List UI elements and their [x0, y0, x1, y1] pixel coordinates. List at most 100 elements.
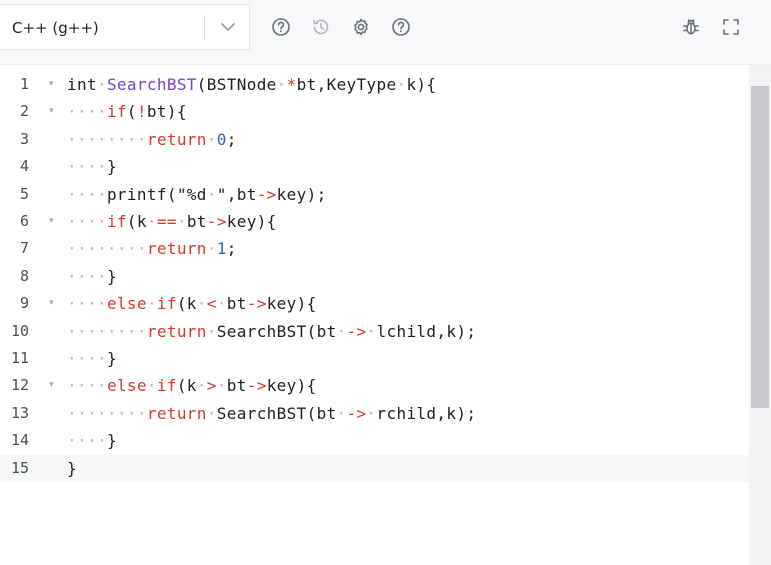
line-number: 1 — [19, 75, 29, 93]
code-token: if — [156, 376, 177, 396]
language-label: C++ (g++) — [12, 19, 99, 37]
code-text: ········return·0; — [67, 126, 237, 153]
code-token: rchild,k); — [376, 403, 477, 423]
code-token: · — [96, 75, 107, 94]
code-token: else — [106, 376, 147, 396]
fold-toggle-icon[interactable]: ▾ — [49, 290, 54, 317]
code-token: } — [67, 458, 77, 478]
chevron-down-icon[interactable] — [218, 17, 238, 37]
code-token: lchild,k); — [376, 321, 477, 341]
code-line[interactable]: 10 ········return·SearchBST(bt·->·lchild,… — [0, 318, 749, 345]
code-token: bt — [186, 212, 207, 231]
code-text: int·SearchBST(BSTNode·*bt,KeyType·k){ — [67, 71, 436, 98]
code-token: · — [146, 376, 157, 396]
fullscreen-icon[interactable] — [720, 16, 742, 38]
code-token: key); — [276, 184, 327, 204]
code-token: } — [106, 431, 117, 451]
code-token: bt){ — [146, 102, 187, 122]
code-text: ····} — [67, 345, 117, 372]
code-line[interactable]: 8 ····} — [0, 263, 749, 290]
code-token: · — [396, 75, 407, 94]
code-text: ····else·if(k·<·bt->key){ — [67, 290, 317, 317]
code-token: · — [146, 212, 157, 231]
code-token: · — [206, 321, 217, 341]
code-line[interactable]: 14 ····} — [0, 427, 749, 454]
code-line[interactable]: 2 ▾ ····if(!bt){ — [0, 98, 749, 125]
code-token: · — [206, 184, 217, 204]
help-icon[interactable] — [390, 16, 412, 38]
code-token: ········ — [67, 321, 147, 341]
code-text: ····printf("%d·",bt->key); — [67, 181, 327, 208]
code-token: ···· — [67, 184, 107, 204]
code-token: ········ — [67, 403, 147, 423]
code-text: ········return·SearchBST(bt·->·lchild,k)… — [67, 318, 476, 345]
code-token: ···· — [67, 376, 107, 396]
code-token: return — [146, 321, 207, 341]
code-token: ········ — [67, 129, 147, 149]
language-select[interactable]: C++ (g++) — [0, 4, 250, 50]
code-token: ; — [226, 239, 237, 259]
code-token: ! — [136, 102, 147, 122]
code-line[interactable]: 11 ····} — [0, 345, 749, 372]
code-line[interactable]: 9 ▾ ····else·if(k·<·bt->key){ — [0, 290, 749, 317]
fold-toggle-icon[interactable]: ▾ — [49, 208, 54, 235]
code-token: ···· — [67, 431, 107, 451]
code-line[interactable]: 6 ▾ ····if(k·==·bt->key){ — [0, 208, 749, 235]
code-editor[interactable]: 1 ▾ int·SearchBST(BSTNode·*bt,KeyType·k){ 2… — [0, 65, 771, 565]
code-token: (BSTNode — [196, 75, 277, 94]
code-token: 0 — [216, 129, 227, 149]
code-token: · — [176, 212, 187, 231]
editor-toolbar: C++ (g++) — [0, 0, 771, 65]
code-text: ····} — [67, 427, 117, 454]
line-number: 6 — [19, 212, 29, 230]
code-token: · — [366, 403, 377, 423]
help-icon[interactable] — [270, 16, 292, 38]
code-token: return — [146, 239, 207, 259]
code-token: · — [216, 376, 227, 396]
code-token: SearchBST — [106, 75, 197, 94]
code-line[interactable]: 4 ····} — [0, 153, 749, 180]
code-line[interactable]: 5 ····printf("%d·",bt->key); — [0, 181, 749, 208]
fold-toggle-icon[interactable]: ▾ — [49, 71, 54, 98]
debug-icon[interactable] — [680, 16, 702, 38]
code-line[interactable]: 1 ▾ int·SearchBST(BSTNode·*bt,KeyType·k){ — [0, 71, 749, 98]
fold-toggle-icon[interactable]: ▾ — [49, 372, 54, 399]
line-number: 13 — [10, 403, 29, 422]
code-token: if — [106, 102, 127, 122]
code-line[interactable]: 12 ▾ ····else·if(k·>·bt->key){ — [0, 372, 749, 399]
code-line[interactable]: 13 ········return·SearchBST(bt·->·rchild,… — [0, 400, 749, 427]
fold-toggle-icon[interactable]: ▾ — [49, 98, 54, 125]
code-token: -> — [346, 321, 367, 341]
line-number: 11 — [10, 349, 29, 367]
scrollbar-thumb[interactable] — [751, 86, 769, 408]
code-line[interactable]: 7 ········return·1; — [0, 235, 749, 262]
code-token: key){ — [266, 376, 317, 396]
history-icon[interactable] — [310, 16, 332, 38]
line-number: 9 — [19, 294, 29, 313]
code-token: SearchBST(bt — [216, 403, 337, 423]
code-line[interactable]: 15} — [0, 454, 749, 482]
code-token: (k — [176, 294, 197, 314]
code-token: -> — [206, 212, 227, 231]
code-token: } — [106, 266, 117, 286]
code-token: k){ — [406, 75, 437, 94]
code-token: bt — [226, 294, 247, 314]
code-text: ····if(k·==·bt->key){ — [67, 208, 277, 235]
code-text: ········return·1; — [67, 235, 237, 262]
code-token: · — [216, 294, 227, 314]
code-token: (k — [126, 212, 147, 231]
code-line[interactable]: 3 ········return·0; — [0, 126, 749, 153]
code-token: * — [286, 75, 297, 94]
code-text: ····} — [67, 153, 117, 180]
settings-icon[interactable] — [350, 16, 372, 38]
code-token: ···· — [67, 294, 107, 314]
code-token: · — [206, 403, 217, 423]
code-token: · — [276, 75, 287, 94]
code-token: bt — [226, 376, 247, 396]
code-token: return — [146, 129, 207, 149]
code-token: · — [206, 239, 217, 259]
code-token: < — [206, 294, 217, 314]
line-number: 2 — [19, 102, 29, 121]
code-token: bt,KeyType — [296, 75, 397, 94]
code-token: printf("%d — [106, 184, 207, 204]
